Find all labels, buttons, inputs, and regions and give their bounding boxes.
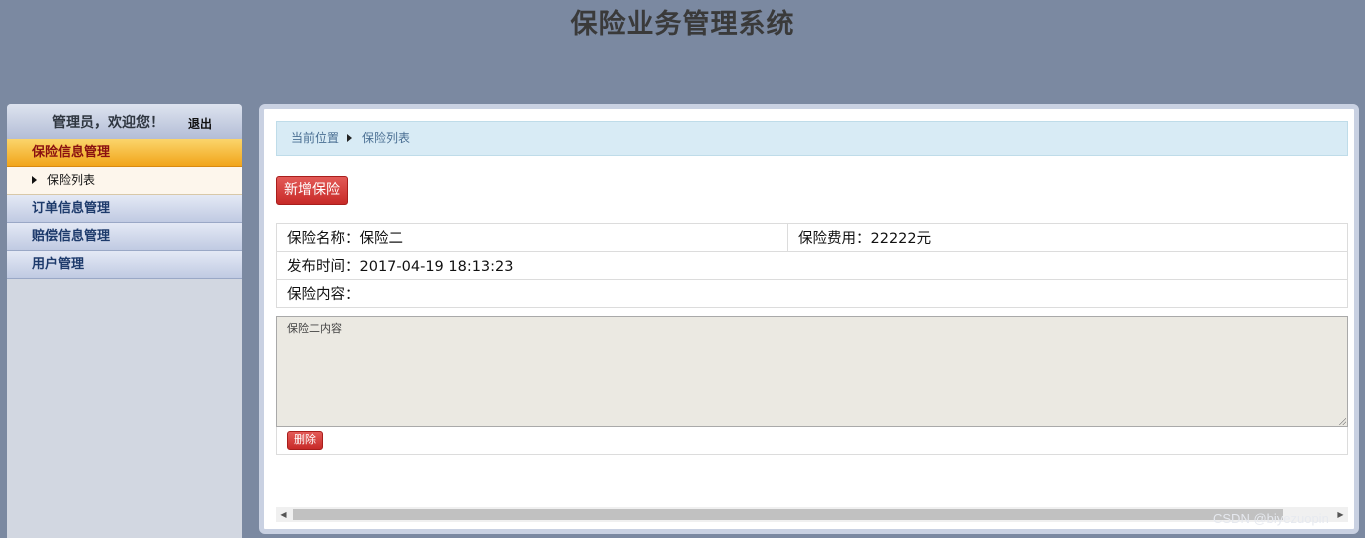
scrollbar-thumb[interactable]	[293, 509, 1283, 520]
submenu-insurance-list[interactable]: 保险列表	[7, 167, 242, 195]
sidebar: 管理员，欢迎您！ 退出 保险信息管理 保险列表 订单信息管理 赔偿信息管理 用户…	[7, 104, 242, 538]
logout-link[interactable]: 退出	[188, 115, 212, 132]
submenu-label: 保险列表	[47, 173, 96, 187]
resize-grip-icon[interactable]	[1338, 417, 1346, 425]
table-row: 保险名称：保险二 保险费用：22222元	[276, 223, 1348, 252]
delete-row: 删除	[276, 427, 1348, 455]
scroll-right-icon[interactable]: ▶	[1333, 507, 1348, 522]
caret-right-icon	[347, 133, 353, 142]
table-row: 保险内容：	[276, 279, 1348, 308]
breadcrumb-root[interactable]: 当前位置	[291, 131, 339, 145]
insurance-name: 保险名称：保险二	[276, 223, 788, 252]
menu-order-info[interactable]: 订单信息管理	[7, 195, 242, 223]
main-panel: 当前位置 保险列表 新增保险 保险名称：保险二 保险费用：22222元 发布时间：…	[259, 104, 1359, 534]
menu-user-management[interactable]: 用户管理	[7, 251, 242, 279]
site-title: 保险业务管理系统	[570, 9, 795, 40]
header: 保险业务管理系统	[0, 0, 1365, 104]
insurance-fee: 保险费用：22222元	[787, 223, 1348, 252]
content-textarea[interactable]: 保险二内容	[276, 316, 1348, 427]
content-label: 保险内容：	[276, 279, 1348, 308]
scroll-left-icon[interactable]: ◀	[276, 507, 291, 522]
breadcrumb-current[interactable]: 保险列表	[362, 131, 410, 145]
caret-right-icon	[32, 175, 37, 184]
horizontal-scrollbar[interactable]: ◀ ▶	[276, 507, 1348, 522]
sidebar-header: 管理员，欢迎您！ 退出	[7, 104, 242, 139]
insurance-record-table: 保险名称：保险二 保险费用：22222元 发布时间：2017-04-19 18:…	[276, 223, 1348, 308]
publish-time: 发布时间：2017-04-19 18:13:23	[276, 251, 1348, 280]
add-insurance-button[interactable]: 新增保险	[276, 176, 348, 205]
content-text: 保险二内容	[287, 322, 342, 335]
menu-claim-info[interactable]: 赔偿信息管理	[7, 223, 242, 251]
breadcrumb: 当前位置 保险列表	[276, 121, 1348, 156]
table-row: 发布时间：2017-04-19 18:13:23	[276, 251, 1348, 280]
welcome-text: 管理员，欢迎您！	[52, 115, 164, 131]
watermark: CSDN @biyezuopin	[1213, 511, 1329, 526]
delete-button[interactable]: 删除	[287, 431, 323, 450]
menu-insurance-info[interactable]: 保险信息管理	[7, 139, 242, 167]
